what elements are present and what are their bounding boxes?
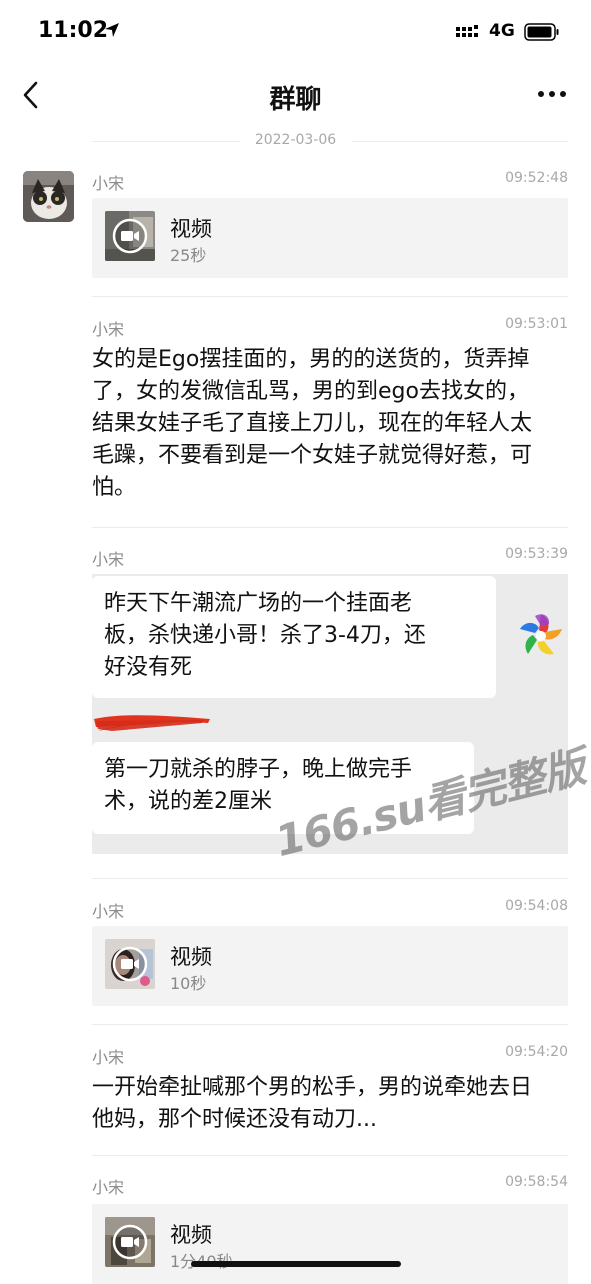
battery-icon — [524, 23, 559, 41]
video-camera-icon — [112, 1224, 148, 1260]
page-title: 群聊 — [269, 85, 322, 115]
status-time: 11:02 — [38, 18, 109, 43]
more-options-icon[interactable] — [532, 82, 572, 106]
chat-record-item: 小宋 09:53:01 女的是Ego摆挂面的，男的的送货的，货弄掉 了，女的发微… — [92, 316, 568, 516]
video-label: 视频 — [170, 945, 212, 969]
message-time: 09:53:01 — [505, 316, 568, 332]
network-type: 4G — [489, 21, 515, 41]
red-scribble — [94, 715, 210, 731]
video-camera-icon — [112, 218, 148, 254]
divider — [92, 527, 568, 528]
divider — [92, 296, 568, 297]
chat-record-item: 小宋 09:52:48 视频 25秒 — [92, 170, 568, 280]
chat-record-item: 小宋 09:54:20 一开始牵扯喊那个男的松手，男的说牵她去日 他妈，那个时候… — [92, 1044, 568, 1144]
nav-bar: 群聊 — [0, 62, 591, 128]
video-duration: 25秒 — [170, 246, 207, 265]
video-duration: 10秒 — [170, 974, 207, 993]
video-duration: 1分40秒 — [170, 1248, 233, 1272]
message-time: 09:58:54 — [505, 1174, 568, 1190]
divider — [92, 1024, 568, 1025]
app-logo-icon — [520, 614, 562, 655]
video-label: 视频 — [170, 1223, 212, 1247]
sender-name: 小宋 — [92, 902, 125, 921]
home-indicator[interactable] — [191, 1261, 401, 1267]
divider — [92, 1155, 568, 1156]
status-bar: 11:02 4G — [0, 0, 591, 62]
message-time: 09:54:08 — [505, 898, 568, 914]
message-time: 09:54:20 — [505, 1044, 568, 1060]
video-card[interactable]: 视频 1分40秒 — [92, 1204, 568, 1284]
message-text: 女的是Ego摆挂面的，男的的送货的，货弄掉 了，女的发微信乱骂，男的到ego去找… — [92, 347, 533, 500]
avatar[interactable] — [23, 171, 74, 222]
message-text: 一开始牵扯喊那个男的松手，男的说牵她去日 他妈，那个时候还没有动刀... — [92, 1075, 533, 1132]
video-card[interactable]: 视频 25秒 — [92, 198, 568, 278]
chat-record-item: 小宋 09:54:08 视频 10秒 — [92, 898, 568, 1008]
image-bubble-text: 昨天下午潮流广场的一个挂面老 板，杀快递小哥！杀了3-4刀，还 好没有死 — [92, 576, 496, 698]
video-camera-icon — [112, 946, 148, 982]
signal-icon — [456, 25, 478, 37]
message-time: 09:52:48 — [505, 170, 568, 186]
divider — [92, 878, 568, 879]
location-arrow-icon — [105, 23, 119, 37]
message-time: 09:53:39 — [505, 546, 568, 562]
sender-name: 小宋 — [92, 320, 125, 339]
sender-name: 小宋 — [92, 550, 125, 569]
video-label: 视频 — [170, 217, 212, 241]
date-separator-text: 2022-03-06 — [254, 132, 337, 148]
sender-name: 小宋 — [92, 1048, 125, 1067]
sender-name: 小宋 — [92, 1178, 125, 1197]
sender-name: 小宋 — [92, 174, 125, 193]
video-card[interactable]: 视频 10秒 — [92, 926, 568, 1006]
date-separator: 2022-03-06 — [0, 132, 591, 148]
